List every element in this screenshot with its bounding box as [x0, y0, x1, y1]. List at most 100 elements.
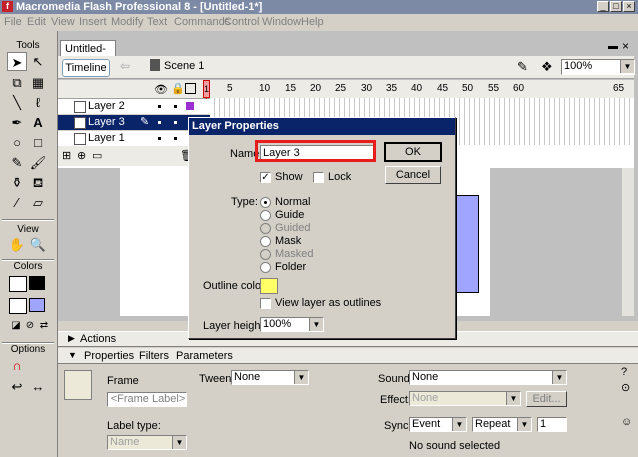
tab-parameters[interactable]: Parameters	[176, 350, 233, 362]
accessibility-icon[interactable]: ☺	[621, 416, 632, 428]
brush-tool-icon[interactable]: 🖌	[28, 153, 48, 172]
snap-magnet-icon[interactable]: ∩	[7, 356, 27, 375]
menu-insert[interactable]: Insert	[79, 16, 107, 28]
type-normal-radio[interactable]	[260, 197, 271, 208]
line-tool-icon[interactable]: ╲	[7, 93, 27, 112]
doc-minimize-icon[interactable]: ▬	[608, 41, 618, 52]
maximize-button[interactable]: □	[610, 1, 622, 12]
repeat-select[interactable]: Repeat ▼	[472, 417, 532, 432]
lasso-tool-icon[interactable]: ℓ	[28, 93, 48, 112]
menu-commands[interactable]: Commands	[174, 16, 230, 28]
close-button[interactable]: ×	[623, 1, 635, 12]
ok-button[interactable]: OK	[384, 142, 442, 162]
zoom-select[interactable]: 100% ▼	[561, 59, 635, 75]
visibility-dot[interactable]	[158, 121, 161, 124]
outline-color-swatch[interactable]	[260, 278, 278, 294]
view-outlines-checkbox[interactable]	[260, 298, 271, 309]
layer-row[interactable]: Layer 2	[58, 99, 210, 115]
eyedropper-icon[interactable]: ⁄	[7, 193, 27, 212]
repeat-count-input[interactable]: 1	[537, 417, 567, 432]
timeline-button[interactable]: Timeline	[62, 59, 110, 77]
label-type-select[interactable]: Name ▼	[107, 435, 187, 450]
lock-checkbox[interactable]	[313, 172, 324, 183]
type-folder-radio[interactable]	[260, 262, 271, 273]
vertical-scrollbar[interactable]	[622, 168, 634, 316]
visibility-dot[interactable]	[158, 105, 161, 108]
lock-dot[interactable]	[174, 137, 177, 140]
edit-scene-icon[interactable]: ❖	[541, 59, 553, 75]
rectangle-tool-icon[interactable]: □	[28, 133, 48, 152]
fill-color-icon[interactable]	[9, 298, 27, 314]
expand-arrow-icon[interactable]: ▶	[68, 333, 75, 344]
edit-symbols-icon[interactable]: ✎	[517, 59, 528, 75]
lock-dot[interactable]	[174, 121, 177, 124]
menu-window[interactable]: Window	[262, 16, 301, 28]
chevron-down-icon[interactable]: ▼	[452, 418, 466, 431]
eye-icon[interactable]: 👁	[154, 83, 168, 96]
pen-tool-icon[interactable]: ✒	[7, 113, 27, 132]
subselect-tool-icon[interactable]: ↖	[28, 52, 48, 71]
free-transform-icon[interactable]: ⧉	[7, 73, 27, 92]
straighten-icon[interactable]: ↔	[28, 377, 48, 396]
chevron-down-icon[interactable]: ▼	[506, 392, 520, 405]
menu-modify[interactable]: Modify	[111, 16, 143, 28]
show-checkbox[interactable]: ✓	[260, 172, 271, 183]
fill-transform-icon[interactable]: ▦	[28, 73, 48, 92]
type-masked-radio[interactable]	[260, 249, 271, 260]
paint-bucket-icon[interactable]: ⛾	[28, 173, 48, 192]
chevron-down-icon[interactable]: ▼	[309, 318, 323, 331]
visibility-dot[interactable]	[158, 137, 161, 140]
menu-file[interactable]: File	[4, 16, 22, 28]
layer-height-select[interactable]: 100% ▼	[260, 317, 324, 332]
chevron-down-icon[interactable]: ▼	[552, 371, 566, 384]
lock-icon[interactable]: 🔒	[171, 82, 185, 95]
minimize-button[interactable]: _	[597, 1, 609, 12]
sync-select[interactable]: Event ▼	[409, 417, 467, 432]
pencil-tool-icon[interactable]: ✎	[7, 153, 27, 172]
type-guided-radio[interactable]	[260, 223, 271, 234]
effect-select[interactable]: None ▼	[409, 391, 521, 406]
menu-text[interactable]: Text	[147, 16, 167, 28]
help-icon[interactable]: ?	[621, 366, 627, 378]
back-arrow-icon[interactable]: ⇦	[120, 59, 130, 73]
sound-select[interactable]: None ▼	[409, 370, 567, 385]
doc-close-icon[interactable]: ×	[622, 39, 629, 53]
playhead[interactable]: 1	[203, 80, 210, 98]
eraser-icon[interactable]: ▱	[28, 193, 48, 212]
type-guide-radio[interactable]	[260, 210, 271, 221]
smooth-icon[interactable]: ↩	[7, 377, 27, 396]
stroke-color-icon[interactable]	[9, 276, 27, 292]
arrow-tool-icon[interactable]: ➤	[7, 52, 27, 71]
add-guide-layer-icon[interactable]: ⊕	[77, 149, 86, 162]
oval-tool-icon[interactable]: ○	[7, 133, 27, 152]
outline-icon[interactable]	[185, 83, 196, 94]
chevron-down-icon[interactable]: ▼	[517, 418, 531, 431]
stroke-color-swatch[interactable]	[29, 276, 45, 290]
insert-folder-icon[interactable]: ▭	[92, 149, 102, 162]
rectangle-shape[interactable]	[455, 195, 479, 293]
type-mask-radio[interactable]	[260, 236, 271, 247]
chevron-down-icon[interactable]: ▼	[620, 60, 634, 73]
lock-dot[interactable]	[174, 105, 177, 108]
menu-view[interactable]: View	[51, 16, 75, 28]
document-tab[interactable]: Untitled-1*	[60, 40, 116, 71]
collapse-arrow-icon[interactable]: ▼	[68, 350, 77, 360]
tab-properties[interactable]: Properties	[84, 350, 134, 362]
insert-layer-icon[interactable]: ⊞	[62, 149, 71, 162]
tween-select[interactable]: None ▼	[231, 370, 309, 385]
chevron-down-icon[interactable]: ▼	[172, 436, 186, 449]
zoom-tool-icon[interactable]: 🔍	[28, 235, 48, 254]
cancel-button[interactable]: Cancel	[385, 166, 441, 184]
swap-colors-icon[interactable]: ⇄	[34, 316, 54, 335]
text-tool-icon[interactable]: A	[28, 113, 48, 132]
ink-bottle-icon[interactable]: ⚱	[7, 173, 27, 192]
menu-edit[interactable]: Edit	[27, 16, 46, 28]
menu-help[interactable]: Help	[301, 16, 324, 28]
chevron-down-icon[interactable]: ▼	[294, 371, 308, 384]
tab-filters[interactable]: Filters	[139, 350, 169, 362]
layer-color-swatch[interactable]	[186, 102, 194, 110]
hand-tool-icon[interactable]: ✋	[7, 235, 27, 254]
menu-control[interactable]: Control	[224, 16, 259, 28]
fill-color-swatch[interactable]	[29, 298, 45, 312]
frame-label-input[interactable]: <Frame Label>	[107, 392, 187, 407]
